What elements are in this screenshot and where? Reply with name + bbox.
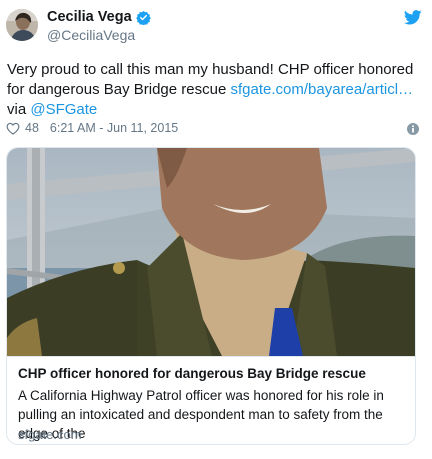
info-icon[interactable]	[407, 123, 419, 135]
tweet-meta: 48 6:21 AM - Jun 11, 2015	[6, 121, 178, 135]
embedded-tweet: Cecilia Vega @CeciliaVega Very proud to …	[0, 0, 432, 459]
heart-icon[interactable]	[6, 122, 20, 135]
card-title[interactable]: CHP officer honored for dangerous Bay Br…	[18, 366, 366, 381]
author-handle[interactable]: @CeciliaVega	[47, 27, 135, 43]
verified-badge-icon	[135, 10, 151, 25]
user-avatar[interactable]	[6, 9, 38, 41]
sfgate-mention-link[interactable]: @SFGate	[30, 101, 97, 118]
tweet-timestamp[interactable]: 6:21 AM - Jun 11, 2015	[50, 121, 178, 135]
author-display-name[interactable]: Cecilia Vega	[47, 9, 132, 25]
officer-photo	[7, 148, 415, 356]
article-link[interactable]: sfgate.com/bayarea/articl…	[230, 81, 413, 98]
card-body[interactable]: CHP officer honored for dangerous Bay Br…	[7, 356, 415, 444]
author-name-row: Cecilia Vega	[47, 9, 151, 25]
via-text: via	[7, 101, 31, 118]
link-preview-card[interactable]: CHP officer honored for dangerous Bay Br…	[6, 147, 416, 445]
tweet-text: Very proud to call this man my husband! …	[7, 60, 422, 120]
like-count[interactable]: 48	[25, 121, 39, 135]
card-domain: sfgate.com	[18, 427, 82, 442]
card-image[interactable]	[7, 148, 415, 356]
twitter-bird-icon[interactable]	[404, 10, 422, 25]
